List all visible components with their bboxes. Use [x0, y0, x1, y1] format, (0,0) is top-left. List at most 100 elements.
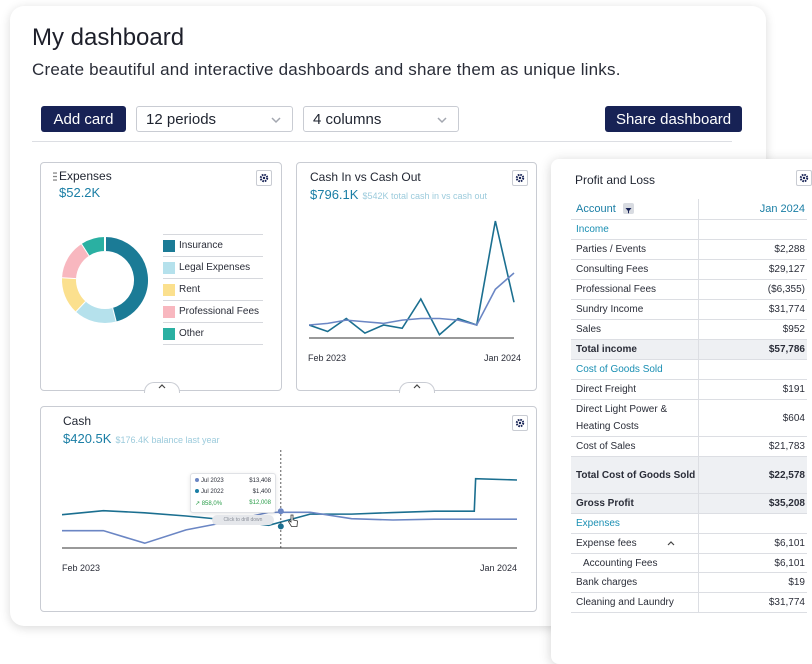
collapse-toggle[interactable] [144, 382, 180, 393]
row-label: Professional Fees [571, 281, 698, 298]
row-label: Cost of Sales [571, 438, 698, 455]
legend-item-other: Other [163, 323, 263, 345]
table-row: Bank charges $19 [571, 573, 807, 593]
cash-flow-card: Cash In vs Cash Out $796.1K $542K total c… [296, 162, 537, 393]
expenses-value: $52.2K [59, 185, 101, 200]
legend-item-professional: Professional Fees [163, 301, 263, 323]
tooltip-row: Jul 2023 $13,408 [195, 478, 271, 484]
cash-flow-value: $796.1K [310, 187, 359, 202]
row-label-text: Sales [576, 324, 602, 335]
chart-tooltip: Jul 2023 $13,408 Jul 2022 $1,400 ↗ 858,0… [190, 473, 276, 513]
donut-slice-legal-expenses[interactable] [75, 300, 116, 323]
columns-select-value: 4 columns [313, 110, 382, 128]
row-value: ($6,355) [698, 280, 807, 299]
row-label: Gross Profit [571, 495, 698, 512]
row-label-text: Cost of Goods Sold [576, 364, 663, 375]
series-line-1[interactable] [309, 220, 515, 337]
row-label-text: Accounting Fees [583, 557, 658, 569]
table-row: Direct Light Power & Heating Costs $604 [571, 400, 807, 437]
table-row: Sundry Income $31,774 [571, 300, 807, 320]
row-value: $31,774 [698, 300, 807, 319]
periods-select[interactable]: 12 periods [136, 106, 293, 132]
filter-icon[interactable] [622, 203, 634, 215]
table-row: Direct Freight $191 [571, 380, 807, 400]
row-value: $35,208 [698, 494, 807, 513]
chevron-up-icon[interactable] [667, 540, 675, 546]
chevron-down-icon [271, 117, 281, 124]
tooltip-row2-label: Jul 2022 [201, 489, 224, 495]
cash-flow-title: Cash In vs Cash Out [310, 170, 421, 184]
row-label: Accounting Fees [571, 555, 698, 572]
series-dot [195, 478, 199, 483]
row-label-text: Bank charges [576, 577, 638, 588]
row-label: Cost of Goods Sold [571, 361, 698, 378]
legend-swatch [163, 239, 175, 252]
legend-item-rent: Rent [163, 279, 263, 301]
row-value: $952 [698, 320, 807, 339]
tooltip-row1-value: $13,408 [249, 478, 271, 484]
total-row: Total Cost of Goods Sold $22,578 [571, 457, 807, 494]
toolbar-divider [32, 141, 732, 142]
cash-line-chart [62, 450, 518, 549]
x-axis-start-label: Feb 2023 [308, 353, 347, 363]
collapse-toggle[interactable] [399, 382, 435, 393]
row-label-text: Gross Profit [576, 498, 634, 509]
row-value: $6,101 [698, 534, 807, 553]
table-header: Account Jan 2024 [571, 199, 807, 220]
account-column-header[interactable]: Account [571, 201, 698, 218]
x-axis-end-label: Jan 2024 [479, 563, 517, 573]
row-label: Consulting Fees [571, 261, 698, 278]
table-row: Cost of Sales $21,783 [571, 437, 807, 457]
row-value [698, 514, 807, 533]
row-value: $19 [698, 573, 807, 592]
page-subtitle: Create beautiful and interactive dashboa… [32, 60, 621, 79]
expenses-legend: Insurance Legal Expenses Rent Profession… [163, 234, 263, 345]
row-label-text: Consulting Fees [576, 264, 649, 275]
expenses-donut-chart [62, 237, 148, 323]
legend-label: Other [179, 328, 205, 339]
donut-slice-rent[interactable] [62, 277, 86, 312]
expenses-card: Expenses $52.2K Insurance Legal Expenses… [40, 162, 282, 393]
share-dashboard-button[interactable]: Share dashboard [605, 106, 742, 132]
row-value [698, 220, 807, 239]
row-label-text: Cleaning and Laundry [576, 597, 674, 608]
columns-select[interactable]: 4 columns [303, 106, 459, 132]
legend-item-insurance: Insurance [163, 235, 263, 257]
gear-icon[interactable] [512, 415, 528, 431]
legend-label: Rent [179, 284, 201, 295]
drill-down-button[interactable]: Click to drill down [212, 515, 274, 525]
cash-flow-value-row: $796.1K $542K total cash in vs cash out [310, 187, 487, 202]
row-label: Expense fees [571, 535, 698, 552]
x-axis-end-label: Jan 2024 [483, 353, 521, 363]
donut-slice-insurance[interactable] [104, 237, 148, 322]
gear-icon[interactable] [796, 170, 812, 186]
gear-icon[interactable] [256, 170, 272, 186]
legend-item-legal: Legal Expenses [163, 257, 263, 279]
gear-icon[interactable] [512, 170, 528, 186]
row-label: Parties / Events [571, 241, 698, 258]
hover-point [277, 508, 284, 515]
row-label: Total Cost of Goods Sold [571, 467, 698, 484]
table-row[interactable]: Expense fees $6,101 [571, 534, 807, 554]
row-value: $31,774 [698, 593, 807, 612]
cash-title: Cash [63, 414, 92, 428]
section-row: Expenses [571, 514, 807, 534]
series-line-2[interactable] [309, 272, 515, 326]
donut-slice-other[interactable] [81, 237, 106, 256]
legend-label: Professional Fees [179, 306, 260, 317]
row-label-text: Direct Freight [576, 384, 637, 395]
donut-slice-professional-fees[interactable] [62, 243, 90, 279]
add-card-button[interactable]: Add card [41, 106, 126, 132]
row-label: Sundry Income [571, 301, 698, 318]
tooltip-row2-value: $1,400 [252, 489, 271, 495]
row-value: $21,783 [698, 437, 807, 456]
table-row: Professional Fees ($6,355) [571, 280, 807, 300]
profit-loss-panel: Profit and Loss Account Jan 2024 Income P… [551, 159, 812, 664]
trend-up-icon: ↗ [195, 501, 201, 507]
legend-swatch [163, 327, 175, 340]
legend-swatch [163, 261, 175, 274]
drag-handle-icon[interactable] [53, 172, 57, 181]
row-label-text: Expense fees [576, 538, 637, 549]
row-value: $57,786 [698, 340, 807, 359]
row-label: Expenses [571, 515, 698, 532]
